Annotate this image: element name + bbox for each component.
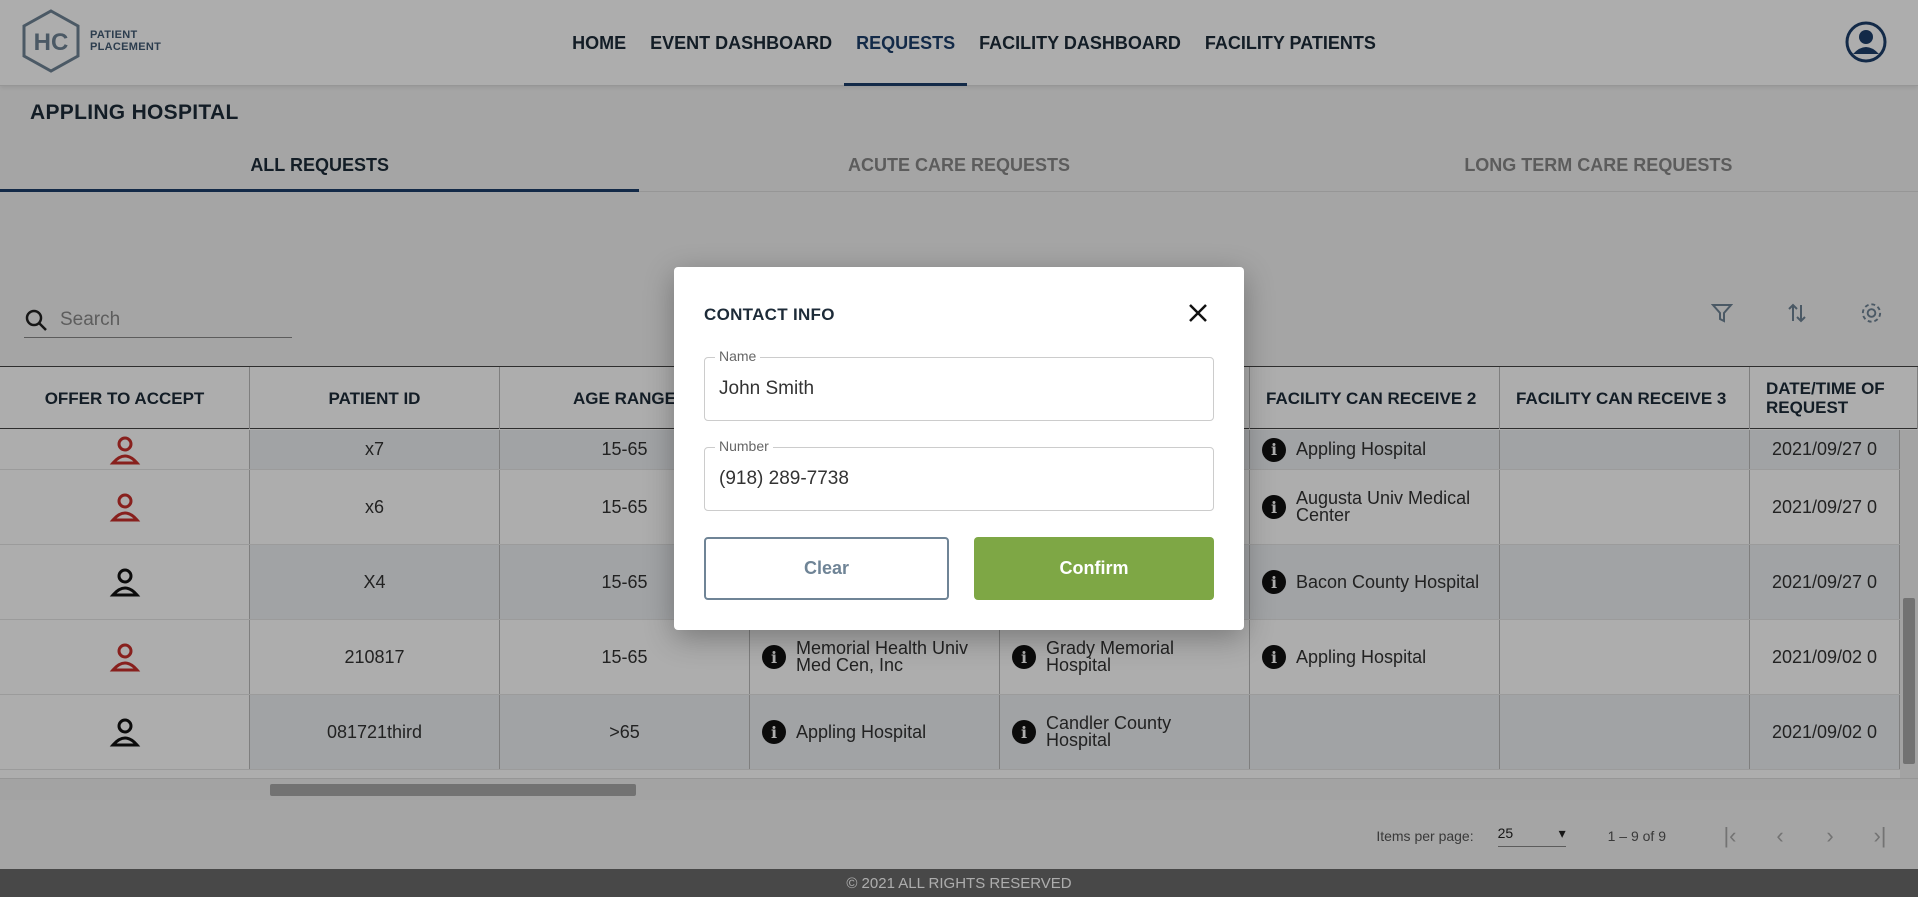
number-field: Number: [704, 438, 1214, 511]
dialog-title: CONTACT INFO: [704, 305, 835, 324]
name-field: Name: [704, 348, 1214, 421]
number-input[interactable]: [719, 468, 1199, 490]
clear-button[interactable]: Clear: [704, 537, 949, 600]
number-label: Number: [715, 438, 773, 454]
name-input[interactable]: [719, 378, 1199, 400]
contact-info-dialog: CONTACT INFO Name Number Clear Confirm: [674, 267, 1244, 630]
confirm-button[interactable]: Confirm: [974, 537, 1214, 600]
close-icon[interactable]: [1186, 301, 1210, 325]
name-label: Name: [715, 348, 761, 364]
